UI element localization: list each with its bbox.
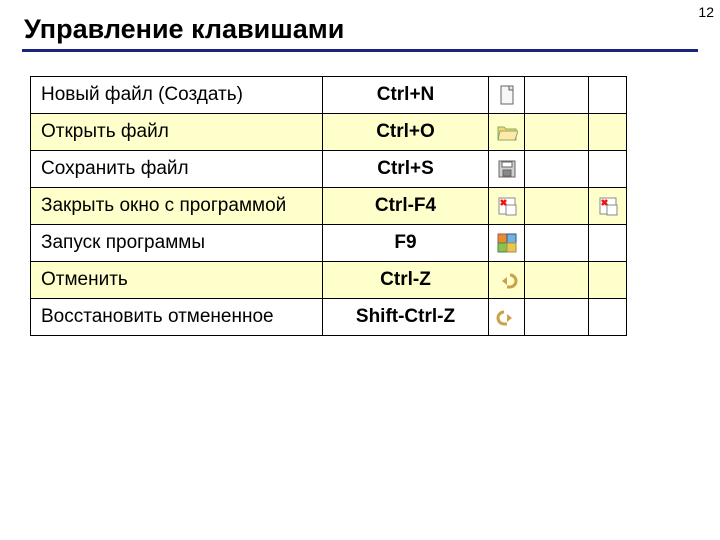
gap-cell — [525, 188, 589, 225]
icon-cell — [489, 77, 525, 114]
icon-cell — [489, 188, 525, 225]
action-cell: Сохранить файл — [31, 151, 323, 188]
action-cell: Восстановить отмененное — [31, 299, 323, 336]
action-cell: Закрыть окно с программой — [31, 188, 323, 225]
icon-cell-2 — [589, 299, 627, 336]
icon-cell — [489, 114, 525, 151]
open-file-icon — [496, 121, 518, 143]
key-cell: Shift-Ctrl-Z — [323, 299, 489, 336]
table-row: Восстановить отмененное Shift-Ctrl-Z — [31, 299, 627, 336]
title-rule — [22, 49, 698, 52]
icon-cell-2 — [589, 114, 627, 151]
action-cell: Открыть файл — [31, 114, 323, 151]
icon-cell-2 — [589, 77, 627, 114]
action-cell: Новый файл (Создать) — [31, 77, 323, 114]
undo-icon — [496, 269, 518, 291]
icon-cell-2 — [589, 151, 627, 188]
table-row: Отменить Ctrl-Z — [31, 262, 627, 299]
key-cell: Ctrl+N — [323, 77, 489, 114]
table-row: Открыть файл Ctrl+O — [31, 114, 627, 151]
redo-icon — [496, 306, 518, 328]
page-number: 12 — [698, 4, 714, 20]
table-row: Новый файл (Создать) Ctrl+N — [31, 77, 627, 114]
gap-cell — [525, 299, 589, 336]
close-window-icon — [496, 195, 518, 217]
icon-cell — [489, 262, 525, 299]
new-file-icon — [496, 84, 518, 106]
icon-cell-2 — [589, 262, 627, 299]
shortcuts-table: Новый файл (Создать) Ctrl+N Открыть файл… — [30, 76, 627, 336]
slide-title: Управление клавишами — [22, 14, 698, 45]
gap-cell — [525, 262, 589, 299]
key-cell: Ctrl-Z — [323, 262, 489, 299]
gap-cell — [525, 77, 589, 114]
icon-cell — [489, 225, 525, 262]
table-row: Закрыть окно с программой Ctrl-F4 — [31, 188, 627, 225]
gap-cell — [525, 225, 589, 262]
close-window-icon — [597, 195, 619, 217]
run-icon — [496, 232, 518, 254]
gap-cell — [525, 151, 589, 188]
key-cell: Ctrl+S — [323, 151, 489, 188]
table-row: Сохранить файл Ctrl+S — [31, 151, 627, 188]
icon-cell-2 — [589, 225, 627, 262]
action-cell: Отменить — [31, 262, 323, 299]
icon-cell-2 — [589, 188, 627, 225]
action-cell: Запуск программы — [31, 225, 323, 262]
icon-cell — [489, 299, 525, 336]
key-cell: Ctrl-F4 — [323, 188, 489, 225]
slide: Управление клавишами Новый файл (Создать… — [0, 0, 720, 336]
key-cell: F9 — [323, 225, 489, 262]
icon-cell — [489, 151, 525, 188]
table-row: Запуск программы F9 — [31, 225, 627, 262]
gap-cell — [525, 114, 589, 151]
save-icon — [496, 158, 518, 180]
key-cell: Ctrl+O — [323, 114, 489, 151]
